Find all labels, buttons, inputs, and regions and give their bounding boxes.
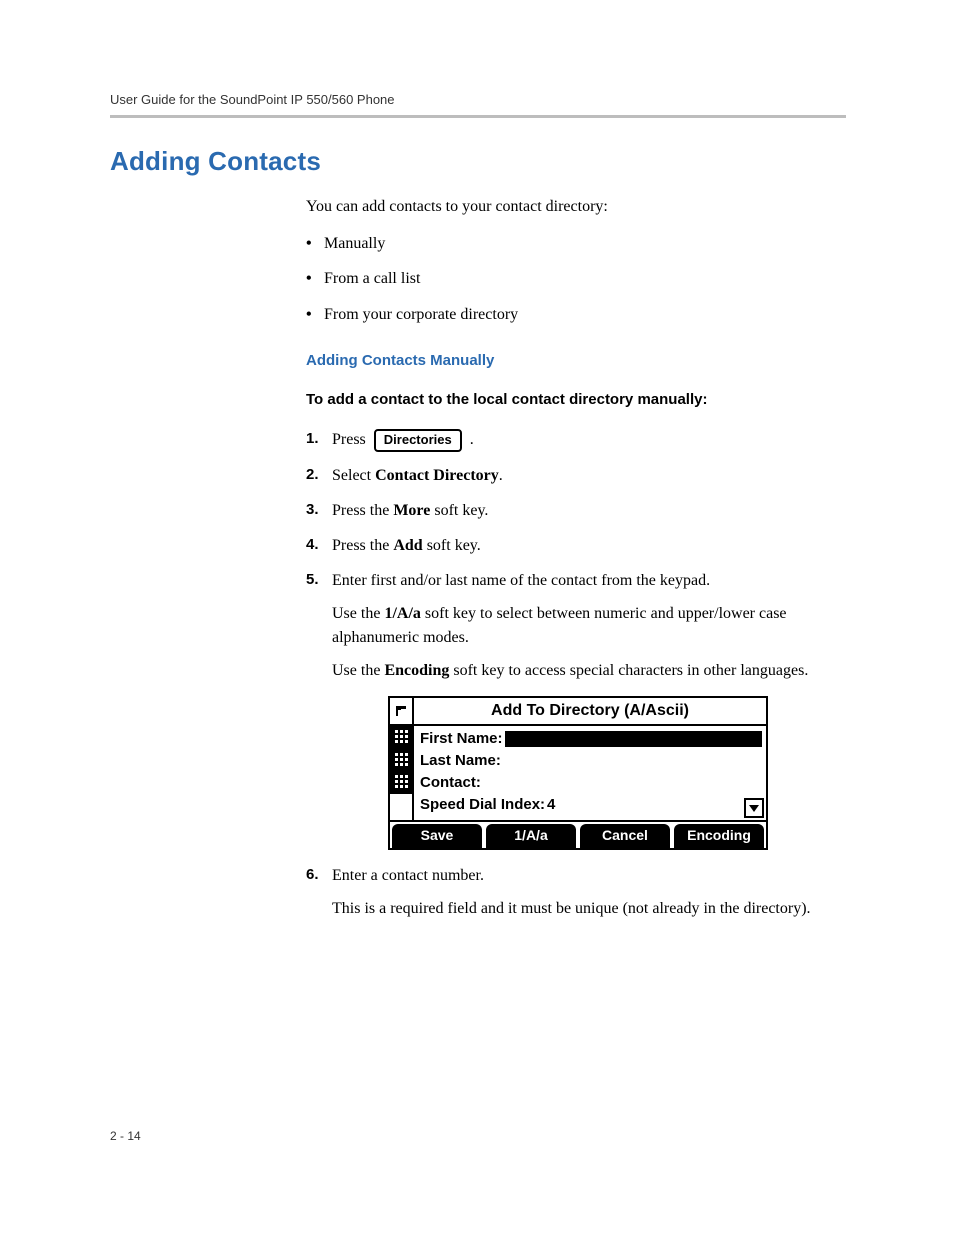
keypad-icon — [390, 748, 412, 770]
step-bold: Add — [393, 537, 422, 554]
field-last-name: Last Name: — [420, 750, 762, 772]
field-contact: Contact: — [420, 772, 762, 794]
section-title: Adding Contacts — [110, 146, 846, 177]
step-text: This is a required field and it must be … — [332, 897, 846, 920]
document-page: User Guide for the SoundPoint IP 550/560… — [0, 0, 954, 1235]
field-first-name: First Name: — [420, 728, 762, 750]
bullet-list: Manually From a call list From your corp… — [306, 232, 846, 326]
softkey-save: Save — [392, 824, 482, 848]
step-text: . — [499, 467, 503, 484]
bullet-item: Manually — [306, 232, 846, 255]
instruction-heading: To add a contact to the local contact di… — [306, 391, 846, 408]
softkey-mode: 1/A/a — [486, 824, 576, 848]
phone-sidebar — [390, 726, 414, 820]
step-3: Press the More soft key. — [306, 499, 846, 522]
step-5: Enter first and/or last name of the cont… — [306, 569, 846, 850]
bullet-item: From a call list — [306, 267, 846, 290]
phone-screenshot: Add To Directory (A/Ascii) — [388, 696, 846, 850]
step-text: Press the — [332, 502, 393, 519]
field-label: First Name: — [420, 728, 503, 750]
running-header: User Guide for the SoundPoint IP 550/560… — [110, 92, 846, 115]
directories-button: Directories — [374, 429, 462, 452]
step-text: Press the — [332, 537, 393, 554]
step-text: Use the — [332, 605, 384, 622]
field-label: Last Name: — [420, 750, 501, 772]
intro-text: You can add contacts to your contact dir… — [306, 195, 846, 218]
step-text: Select — [332, 467, 375, 484]
step-4: Press the Add soft key. — [306, 534, 846, 557]
step-6: Enter a contact number. This is a requir… — [306, 864, 846, 920]
step-1: Press Directories . — [306, 428, 846, 452]
phone-fields: First Name: Last Name: Contact: — [414, 726, 766, 820]
page-number: 2 - 14 — [110, 1129, 141, 1143]
step-text: Press — [332, 431, 366, 448]
step-text: Use the — [332, 662, 384, 679]
step-list: Press Directories . Select Contact Direc… — [306, 428, 846, 921]
step-2: Select Contact Directory. — [306, 464, 846, 487]
step-bold: 1/A/a — [384, 605, 420, 622]
step-bold: More — [393, 502, 430, 519]
phone-screen: Add To Directory (A/Ascii) — [388, 696, 768, 850]
scroll-down-icon — [744, 798, 764, 818]
field-label: Contact: — [420, 772, 481, 794]
step-text: . — [470, 431, 474, 448]
field-value-selected — [505, 731, 762, 747]
softkey-encoding: Encoding — [674, 824, 764, 848]
step-text: soft key to access special characters in… — [449, 662, 808, 679]
field-value: 4 — [547, 794, 555, 816]
subsection-title: Adding Contacts Manually — [306, 352, 846, 369]
field-speed-dial: Speed Dial Index: 4 — [420, 794, 762, 816]
field-label: Speed Dial Index: — [420, 794, 545, 816]
content-block: You can add contacts to your contact dir… — [306, 195, 846, 920]
step-bold: Encoding — [384, 662, 449, 679]
step-text: Enter a contact number. — [332, 867, 484, 884]
bullet-item: From your corporate directory — [306, 303, 846, 326]
keypad-icon — [390, 726, 412, 748]
step-text: soft key. — [430, 502, 488, 519]
softkey-cancel: Cancel — [580, 824, 670, 848]
handset-icon — [390, 698, 414, 724]
step-text: soft key. — [423, 537, 481, 554]
header-rule — [110, 115, 846, 118]
step-bold: Contact Directory — [375, 467, 499, 484]
softkey-row: Save 1/A/a Cancel Encoding — [390, 820, 766, 848]
step-text: Enter first and/or last name of the cont… — [332, 572, 710, 589]
keypad-icon — [390, 770, 412, 792]
phone-title: Add To Directory (A/Ascii) — [414, 698, 766, 724]
